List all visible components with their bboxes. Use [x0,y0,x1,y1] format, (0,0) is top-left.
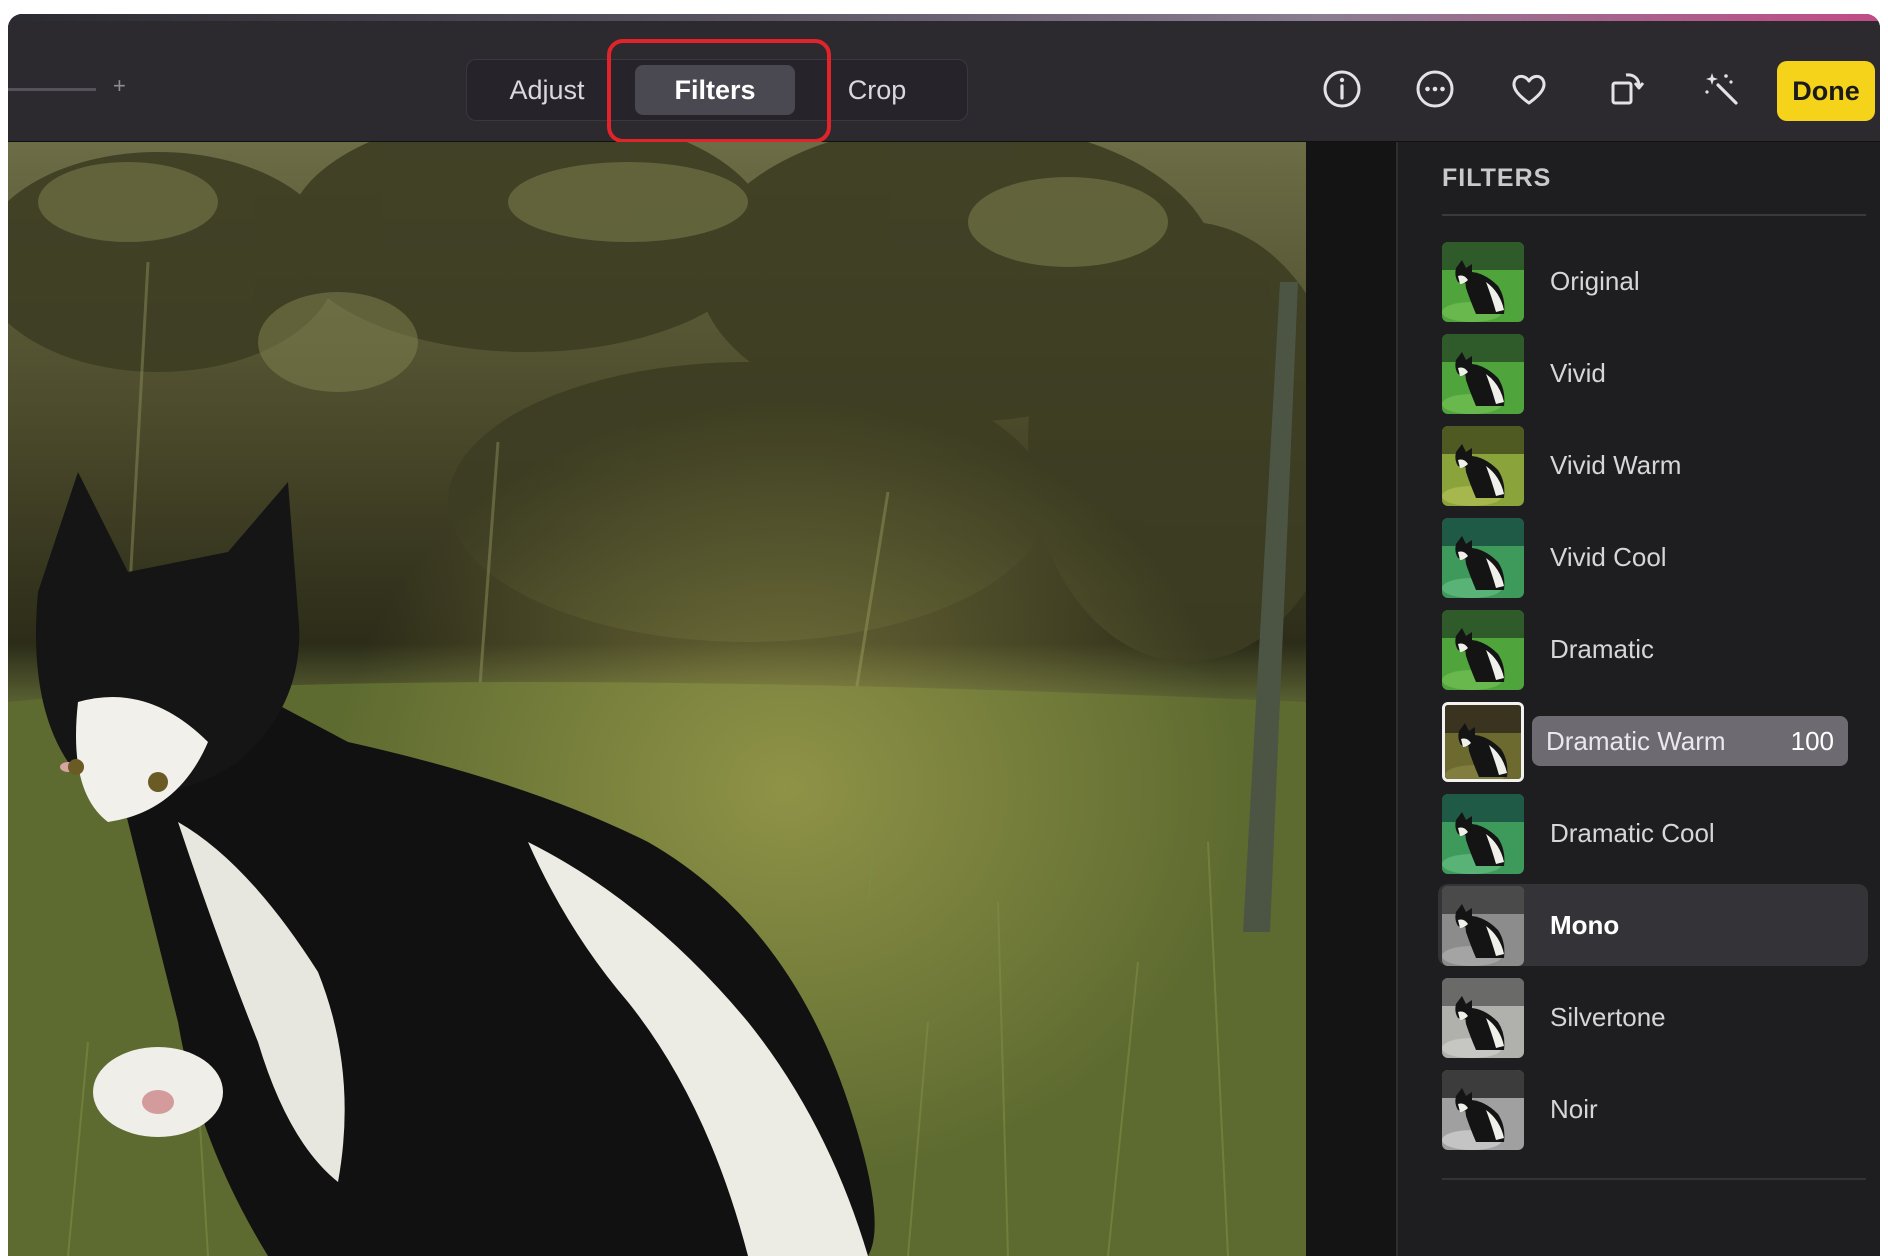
filter-thumbnail [1442,242,1524,322]
filter-mono[interactable]: Mono [1438,884,1868,966]
title-strip [8,14,1880,21]
filter-noir[interactable]: Noir [1438,1068,1868,1150]
filter-dramatic-warm[interactable]: Dramatic Warm 100 [1438,700,1868,782]
tab-adjust[interactable]: Adjust [467,60,627,120]
filter-dramatic[interactable]: Dramatic [1438,608,1868,690]
divider [1442,1178,1866,1180]
filter-thumbnail-image [1442,978,1524,1058]
filters-sidebar: FILTERS Original Vivid Vivid Warm Vivid … [1396,142,1880,1256]
canvas-margin [1306,142,1396,1256]
more-icon[interactable] [1411,65,1459,113]
filter-thumbnail [1442,886,1524,966]
filter-thumbnail-image [1442,794,1524,874]
filter-label: Vivid [1550,358,1606,388]
filter-label: Mono [1550,910,1620,940]
divider [1442,214,1866,216]
rotate-icon[interactable] [1602,65,1650,113]
filter-vivid-warm[interactable]: Vivid Warm [1438,424,1868,506]
filter-thumbnail [1442,610,1524,690]
filter-thumbnail [1442,794,1524,874]
edit-toolbar: + Adjust Filters Crop Done [8,21,1880,143]
filter-thumbnail [1442,702,1524,782]
filter-thumbnail-image [1442,518,1524,598]
cat-photo-image [8,142,1306,1256]
zoom-slider[interactable] [8,88,96,91]
photo-canvas[interactable] [8,142,1306,1256]
filter-thumbnail [1442,334,1524,414]
filter-label: Dramatic Warm [1546,726,1726,756]
filter-label: Dramatic [1550,634,1655,664]
filter-thumbnail-image [1442,334,1524,414]
filter-thumbnail-image [1442,242,1524,322]
filter-thumbnail-image [1442,1070,1524,1150]
filter-thumbnail [1442,518,1524,598]
filter-thumbnail-image [1442,610,1524,690]
filter-label: Silvertone [1550,1002,1666,1032]
photos-edit-window: + Adjust Filters Crop Done FILTERS Origi… [8,14,1880,1256]
filters-tab-highlight [607,39,831,143]
filter-thumbnail [1442,426,1524,506]
filters-title: FILTERS [1442,164,1552,192]
magic-wand-icon[interactable] [1698,65,1746,113]
info-icon[interactable] [1318,65,1366,113]
filter-intensity-slider[interactable]: Dramatic Warm 100 [1532,716,1848,766]
filter-label: Noir [1550,1094,1598,1124]
filter-silvertone[interactable]: Silvertone [1438,976,1868,1058]
filter-label: Dramatic Cool [1550,818,1715,848]
filter-original[interactable]: Original [1438,240,1868,322]
zoom-plus-icon[interactable]: + [113,73,126,99]
filter-label: Vivid Warm [1550,450,1682,480]
filter-thumbnail-image [1445,705,1521,779]
filter-vivid[interactable]: Vivid [1438,332,1868,414]
filter-dramatic-cool[interactable]: Dramatic Cool [1438,792,1868,874]
filter-label: Original [1550,266,1640,296]
filter-thumbnail [1442,978,1524,1058]
filter-label: Vivid Cool [1550,542,1667,572]
filter-thumbnail [1442,1070,1524,1150]
heart-icon[interactable] [1505,65,1553,113]
filter-vivid-cool[interactable]: Vivid Cool [1438,516,1868,598]
filter-thumbnail-image [1442,886,1524,966]
filter-intensity-value: 100 [1790,726,1834,756]
done-button[interactable]: Done [1777,61,1875,121]
filter-thumbnail-image [1442,426,1524,506]
